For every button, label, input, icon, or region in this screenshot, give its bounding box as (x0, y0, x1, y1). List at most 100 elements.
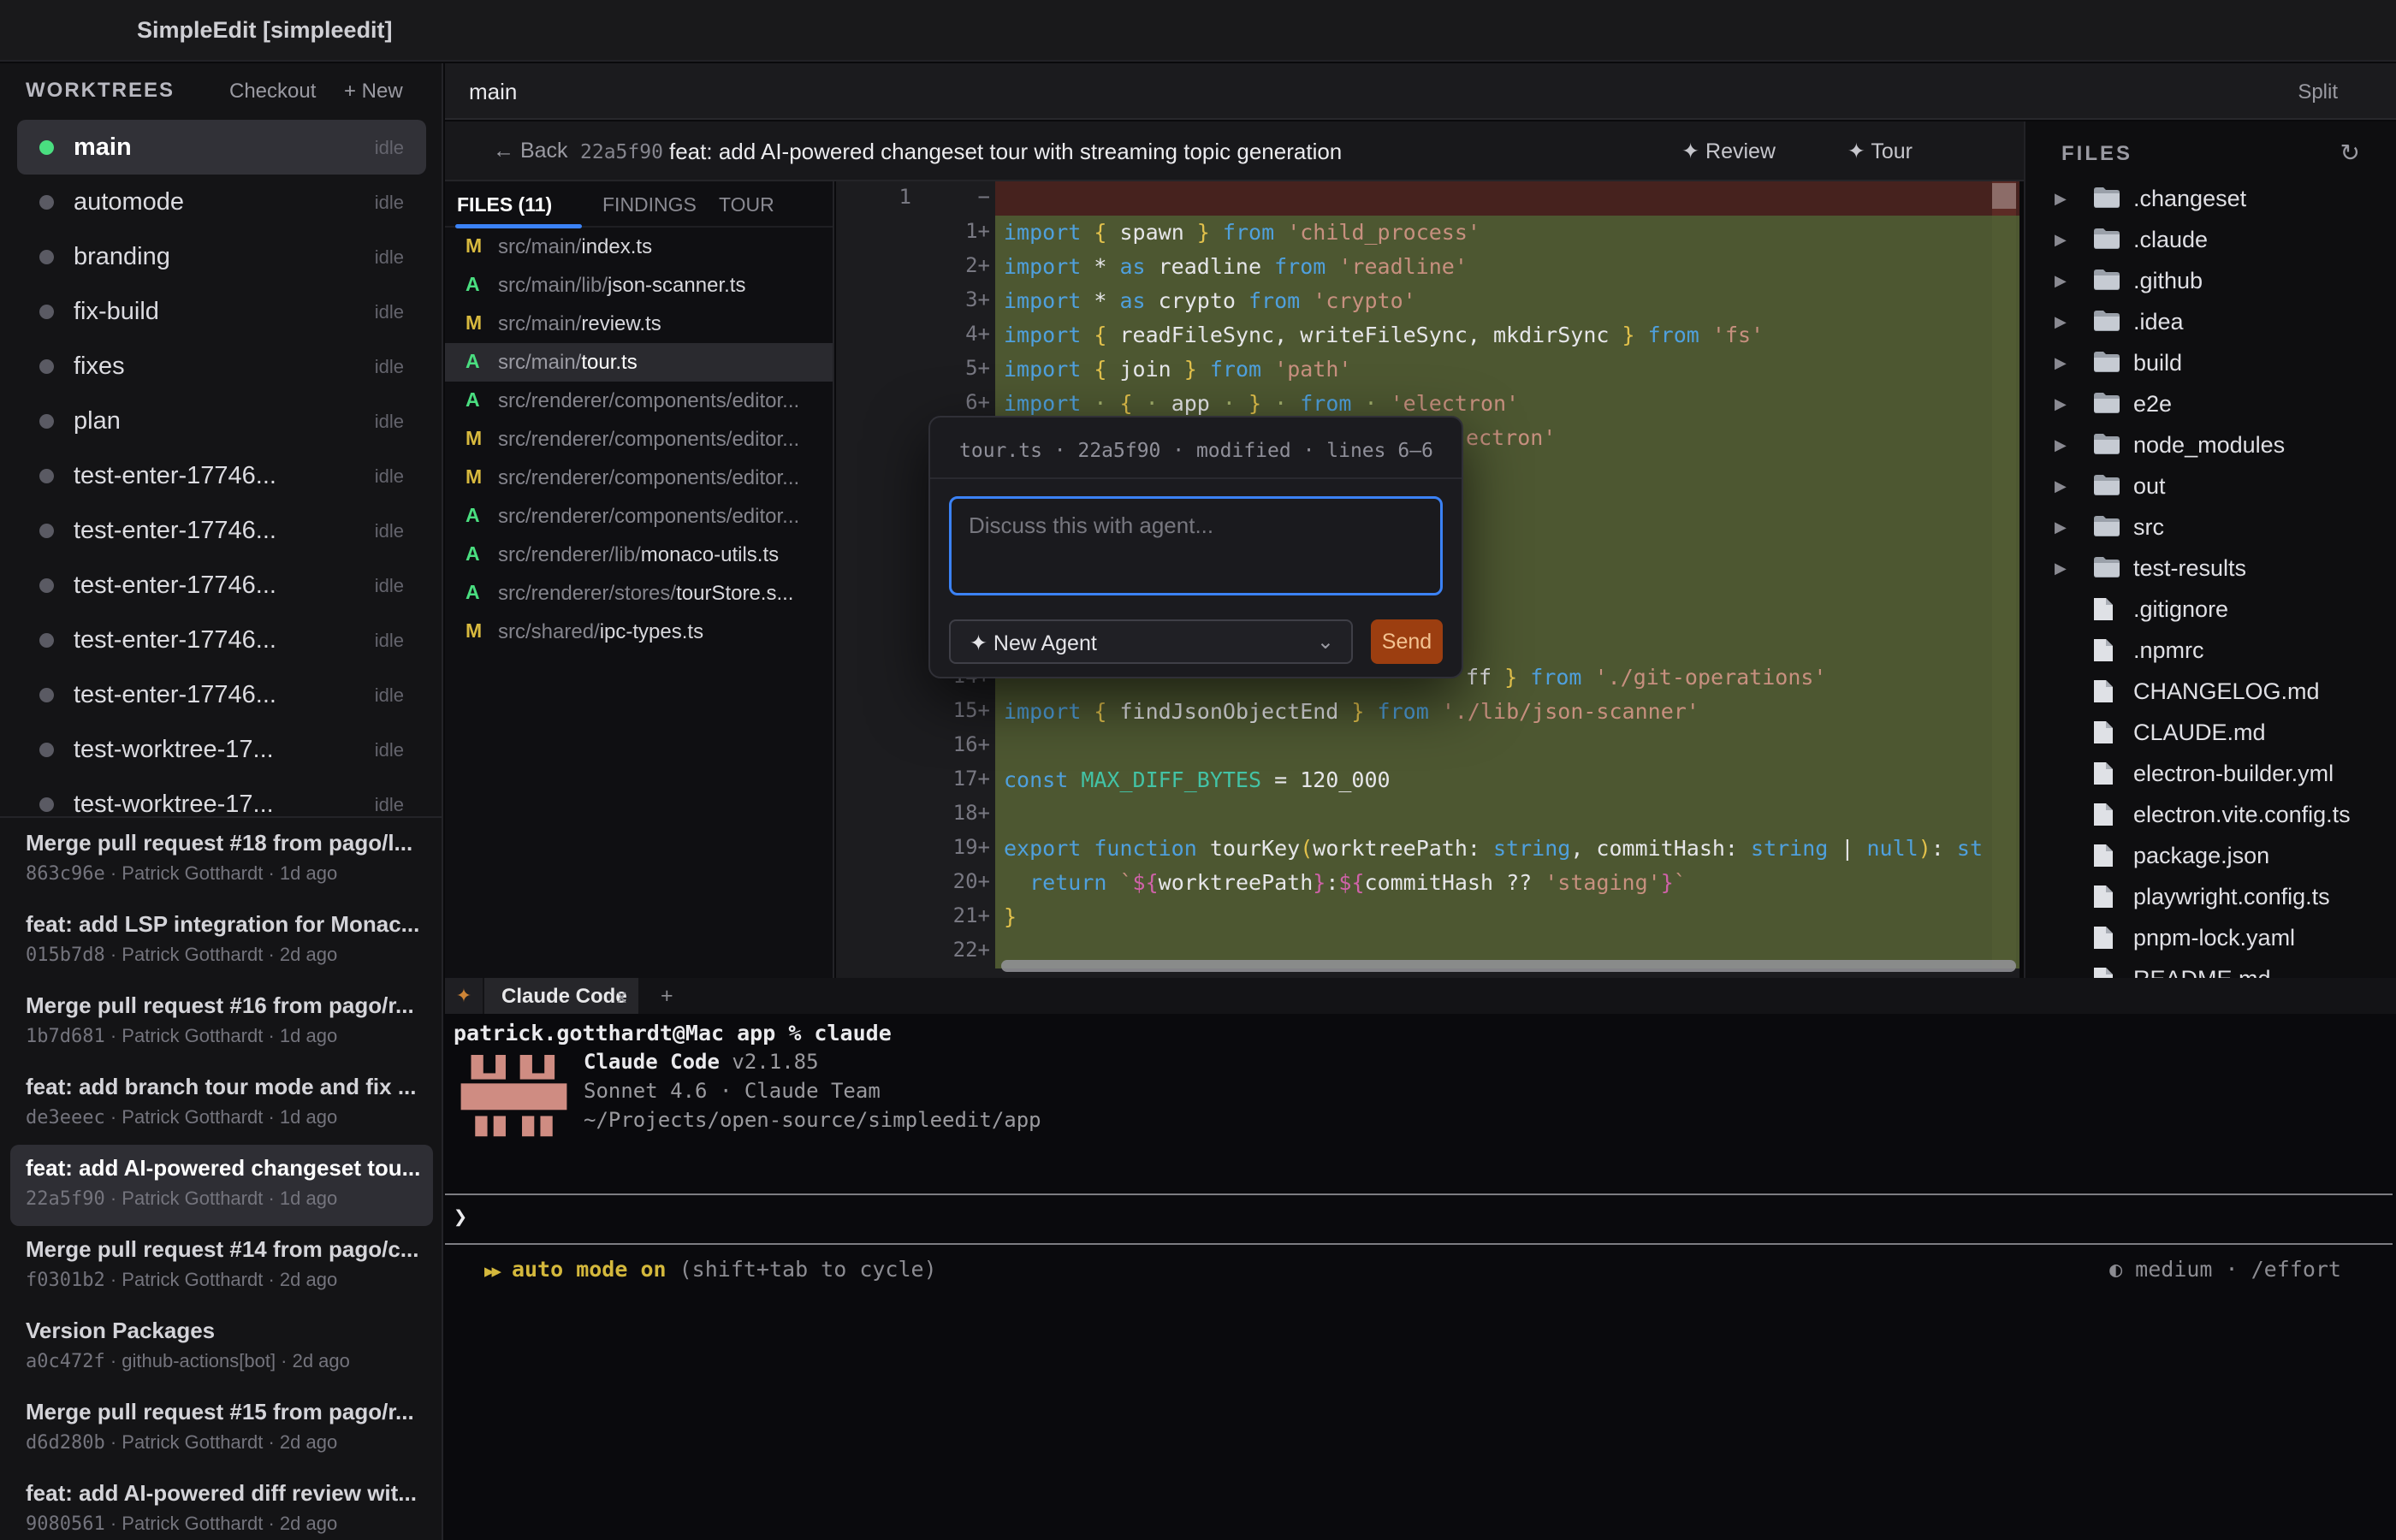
tree-file-row[interactable]: pnpm-lock.yaml (2025, 917, 2396, 958)
ruler-thumb[interactable] (1992, 183, 2016, 209)
expand-arrow-icon[interactable]: ▶ (2055, 477, 2067, 495)
tree-file-row[interactable]: package.json (2025, 835, 2396, 876)
changed-file-row[interactable]: A src/main/lib/json-scanner.ts (445, 266, 834, 305)
tab-tour[interactable]: TOUR (719, 193, 774, 216)
new-terminal-tab-button[interactable]: + (661, 984, 673, 1009)
tree-folder-row[interactable]: ▶ .github (2025, 260, 2396, 301)
new-worktree-button[interactable]: + New (344, 80, 403, 104)
diff-line[interactable]: 1− (836, 181, 2019, 216)
expand-arrow-icon[interactable]: ▶ (2055, 231, 2067, 249)
tree-file-row[interactable]: playwright.config.ts (2025, 876, 2396, 917)
review-button[interactable]: ✦ Review (1681, 139, 1776, 164)
worktree-item[interactable]: branding idle (17, 229, 426, 284)
changed-file-row[interactable]: M src/main/review.ts (445, 305, 834, 343)
tree-folder-row[interactable]: ▶ e2e (2025, 383, 2396, 424)
tree-file-row[interactable]: CHANGELOG.md (2025, 671, 2396, 712)
diff-line[interactable]: 2+import * as readline from 'readline' (836, 250, 2019, 284)
tree-folder-row[interactable]: ▶ test-results (2025, 548, 2396, 589)
expand-arrow-icon[interactable]: ▶ (2055, 190, 2067, 208)
diff-line[interactable]: 15+import { findJsonObjectEnd } from './… (836, 695, 2019, 729)
changed-file-row[interactable]: A src/renderer/lib/monaco-utils.ts (445, 536, 834, 574)
terminal-tab-claude-code[interactable]: Claude Code x (484, 978, 638, 1014)
tree-folder-row[interactable]: ▶ .changeset (2025, 178, 2396, 219)
tree-folder-row[interactable]: ▶ node_modules (2025, 424, 2396, 465)
commit-item[interactable]: feat: add AI-powered diff review wit... … (10, 1470, 433, 1540)
terminal-prompt[interactable]: ❯ (454, 1204, 467, 1230)
worktree-item[interactable]: automode idle (17, 175, 426, 229)
agent-message-input[interactable] (949, 496, 1443, 595)
worktree-item[interactable]: test-enter-17746... idle (17, 503, 426, 558)
tree-file-row[interactable]: electron.vite.config.ts (2025, 794, 2396, 835)
diff-line[interactable]: 19+export function tourKey(worktreePath:… (836, 832, 2019, 866)
worktree-item[interactable]: test-enter-17746... idle (17, 613, 426, 667)
changed-file-row[interactable]: M src/shared/ipc-types.ts (445, 613, 834, 651)
back-button[interactable]: ← Back (493, 139, 568, 163)
diff-line[interactable]: 21+} (836, 900, 2019, 934)
commit-item[interactable]: Merge pull request #14 from pago/c... f0… (10, 1226, 433, 1307)
diff-horizontal-scrollbar[interactable] (1001, 960, 2019, 972)
worktree-item[interactable]: test-worktree-17... idle (17, 777, 426, 814)
split-button[interactable]: Split (2298, 80, 2338, 104)
tree-folder-row[interactable]: ▶ build (2025, 342, 2396, 383)
commit-item[interactable]: feat: add LSP integration for Monac... 0… (10, 901, 433, 982)
diff-line[interactable]: 20+ return `${worktreePath}:${commitHash… (836, 866, 2019, 900)
tab-main-branch[interactable]: main (469, 79, 517, 105)
refresh-icon[interactable]: ↻ (2340, 139, 2360, 167)
commit-item[interactable]: Merge pull request #15 from pago/r... d6… (10, 1389, 433, 1470)
worktree-item[interactable]: main idle (17, 120, 426, 175)
tree-file-row[interactable]: .gitignore (2025, 589, 2396, 630)
worktree-item[interactable]: fixes idle (17, 339, 426, 394)
changed-file-row[interactable]: M src/renderer/components/editor... (445, 459, 834, 497)
changed-file-row[interactable]: A src/renderer/components/editor... (445, 382, 834, 420)
tree-file-row[interactable]: electron-builder.yml (2025, 753, 2396, 794)
commit-item[interactable]: Version Packages a0c472f · github-action… (10, 1307, 433, 1389)
changed-file-row[interactable]: A src/renderer/components/editor... (445, 497, 834, 536)
diff-line[interactable]: 16+ (836, 729, 2019, 763)
tree-file-row[interactable]: CLAUDE.md (2025, 712, 2396, 753)
tree-folder-row[interactable]: ▶ .idea (2025, 301, 2396, 342)
expand-arrow-icon[interactable]: ▶ (2055, 272, 2067, 290)
expand-arrow-icon[interactable]: ▶ (2055, 395, 2067, 413)
diff-line[interactable]: 1+import { spawn } from 'child_process' (836, 216, 2019, 250)
hscroll-thumb[interactable] (1001, 960, 2016, 972)
worktree-item[interactable]: test-worktree-17... idle (17, 722, 426, 777)
diff-line[interactable]: 3+import * as crypto from 'crypto' (836, 284, 2019, 318)
diff-line[interactable]: 5+import { join } from 'path' (836, 352, 2019, 387)
worktree-item[interactable]: test-enter-17746... idle (17, 667, 426, 722)
expand-arrow-icon[interactable]: ▶ (2055, 313, 2067, 331)
diff-line[interactable]: 4+import { readFileSync, writeFileSync, … (836, 318, 2019, 352)
changed-file-row[interactable]: M src/main/index.ts (445, 228, 834, 266)
tree-folder-row[interactable]: ▶ .claude (2025, 219, 2396, 260)
diff-overview-ruler[interactable] (1992, 181, 2016, 968)
expand-arrow-icon[interactable]: ▶ (2055, 436, 2067, 454)
tab-files[interactable]: FILES (11) (457, 193, 552, 216)
diff-line[interactable]: 17+const MAX_DIFF_BYTES = 120_000 (836, 763, 2019, 797)
terminal-output[interactable]: patrick.gotthardt@Mac app % claude Claud… (445, 1014, 2396, 1540)
changed-file-row[interactable]: M src/renderer/components/editor... (445, 420, 834, 459)
commit-item[interactable]: Merge pull request #16 from pago/r... 1b… (10, 982, 433, 1063)
worktree-item[interactable]: plan idle (17, 394, 426, 448)
tree-file-row[interactable]: .npmrc (2025, 630, 2396, 671)
changed-file-row[interactable]: A src/main/tour.ts (445, 343, 834, 382)
worktree-item[interactable]: test-enter-17746... idle (17, 558, 426, 613)
worktree-item[interactable]: fix-build idle (17, 284, 426, 339)
expand-arrow-icon[interactable]: ▶ (2055, 560, 2067, 578)
commit-item[interactable]: feat: add branch tour mode and fix ... d… (10, 1063, 433, 1145)
worktree-item[interactable]: test-enter-17746... idle (17, 448, 426, 503)
checkout-button[interactable]: Checkout (229, 80, 316, 104)
tree-folder-row[interactable]: ▶ out (2025, 465, 2396, 506)
tour-button[interactable]: ✦ Tour (1847, 139, 1913, 164)
tab-findings[interactable]: FINDINGS (602, 193, 697, 216)
close-tab-icon[interactable]: x (617, 986, 626, 1008)
tree-file-row[interactable]: README.md (2025, 958, 2396, 978)
expand-arrow-icon[interactable]: ▶ (2055, 518, 2067, 536)
expand-arrow-icon[interactable]: ▶ (2055, 354, 2067, 372)
tree-folder-row[interactable]: ▶ src (2025, 506, 2396, 548)
agent-select[interactable]: ✦ New Agent ⌄ (949, 619, 1353, 664)
commit-meta: 863c96e · Patrick Gotthardt · 1d ago (26, 862, 419, 885)
changed-file-row[interactable]: A src/renderer/stores/tourStore.s... (445, 574, 834, 613)
commit-item[interactable]: feat: add AI-powered changeset tou... 22… (10, 1145, 433, 1226)
commit-item[interactable]: Merge pull request #18 from pago/l... 86… (10, 820, 433, 901)
send-button[interactable]: Send (1371, 619, 1443, 664)
diff-line[interactable]: 18+ (836, 797, 2019, 832)
